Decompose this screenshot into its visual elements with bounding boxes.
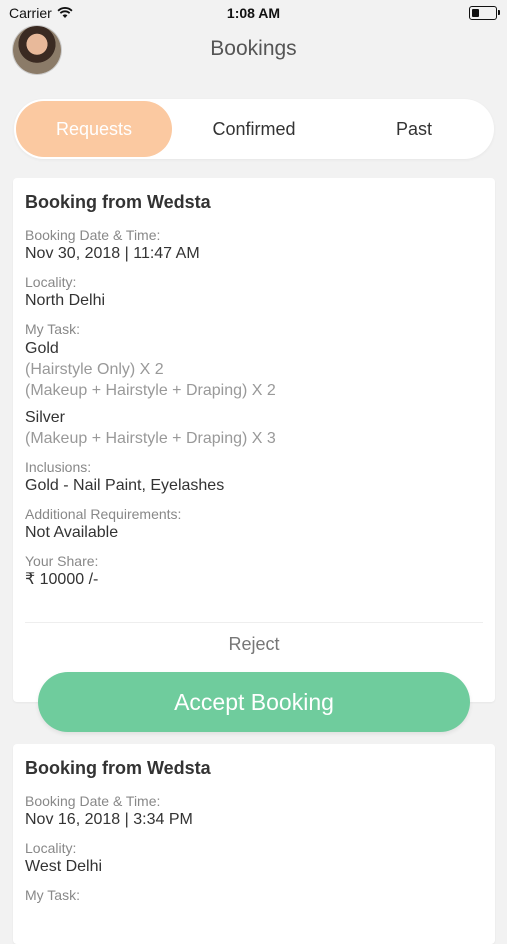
booking-date-label: Booking Date & Time: (25, 227, 161, 243)
task-field: My Task: (25, 887, 483, 904)
task-field: My Task: Gold (Hairstyle Only) X 2 (Make… (25, 321, 483, 449)
locality-value: North Delhi (25, 292, 106, 309)
share-label: Your Share: (25, 553, 99, 569)
booking-card: Booking from Wedsta Booking Date & Time:… (13, 744, 495, 944)
booking-card: Booking from Wedsta Booking Date & Time:… (13, 178, 495, 702)
task-package: Gold (25, 340, 59, 357)
header: Bookings (0, 24, 507, 76)
task-item: (Hairstyle Only) X 2 (25, 361, 164, 378)
share-value: ₹ 10000 /- (25, 571, 99, 588)
locality-field: Locality: North Delhi (25, 274, 483, 311)
inclusions-value: Gold - Nail Paint, Eyelashes (25, 477, 225, 494)
battery-level (472, 9, 479, 17)
booking-date-field: Booking Date & Time: Nov 16, 2018 | 3:34… (25, 793, 483, 830)
reject-button[interactable]: Reject (13, 634, 495, 655)
task-group: Gold (Hairstyle Only) X 2 (Makeup + Hair… (25, 338, 483, 401)
booking-date-value: Nov 16, 2018 | 3:34 PM (25, 811, 193, 828)
card-divider (25, 622, 483, 623)
locality-field: Locality: West Delhi (25, 840, 483, 877)
tab-confirmed[interactable]: Confirmed (176, 101, 332, 157)
task-package: Silver (25, 409, 66, 426)
booking-date-field: Booking Date & Time: Nov 30, 2018 | 11:4… (25, 227, 483, 264)
task-label: My Task: (25, 321, 80, 337)
task-item: (Makeup + Hairstyle + Draping) X 3 (25, 430, 276, 447)
booking-date-label: Booking Date & Time: (25, 793, 161, 809)
locality-label: Locality: (25, 274, 77, 290)
accept-booking-button[interactable]: Accept Booking (38, 672, 470, 732)
locality-value: West Delhi (25, 858, 103, 875)
inclusions-field: Inclusions: Gold - Nail Paint, Eyelashes (25, 459, 483, 496)
tab-past[interactable]: Past (336, 101, 492, 157)
booking-title: Booking from Wedsta (25, 758, 211, 778)
task-item: (Makeup + Hairstyle + Draping) X 2 (25, 382, 276, 399)
locality-label: Locality: (25, 840, 77, 856)
booking-title: Booking from Wedsta (25, 192, 211, 212)
task-group: Silver (Makeup + Hairstyle + Draping) X … (25, 407, 483, 449)
requirements-label: Additional Requirements: (25, 506, 182, 522)
requirements-field: Additional Requirements: Not Available (25, 506, 483, 543)
booking-tabs: Requests Confirmed Past (14, 99, 494, 159)
page-title: Bookings (210, 37, 297, 60)
battery-icon (469, 6, 500, 20)
inclusions-label: Inclusions: (25, 459, 92, 475)
share-field: Your Share: ₹ 10000 /- (25, 553, 483, 590)
booking-date-value: Nov 30, 2018 | 11:47 AM (25, 245, 200, 262)
status-bar: Carrier 1:08 AM (0, 0, 507, 26)
status-time: 1:08 AM (226, 5, 281, 21)
tab-requests[interactable]: Requests (16, 101, 172, 157)
requirements-value: Not Available (25, 524, 119, 541)
task-label: My Task: (25, 887, 80, 903)
